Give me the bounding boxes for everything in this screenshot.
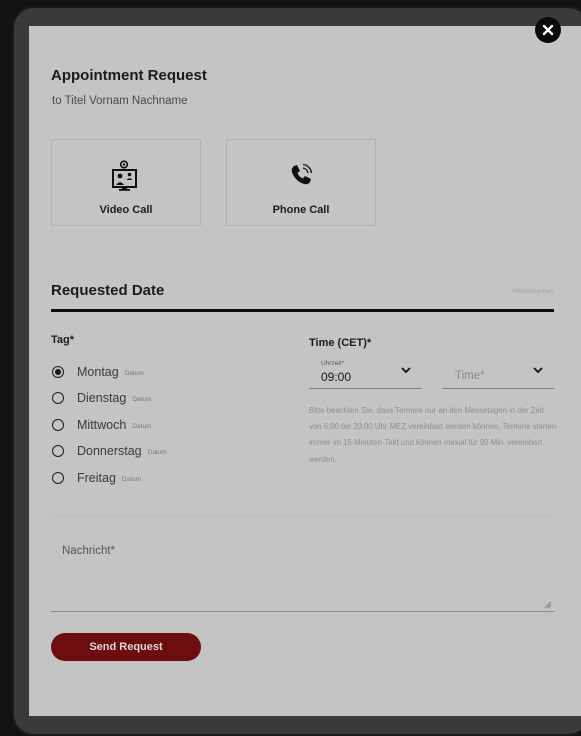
phone-call-label: Phone Call: [272, 204, 330, 216]
message-placeholder: Nachricht*: [62, 545, 116, 557]
close-button[interactable]: [535, 17, 561, 43]
radio-button[interactable]: [52, 472, 64, 484]
day-option-label: Mittwoch: [77, 418, 127, 432]
time-to-select[interactable]: Time*: [442, 359, 554, 389]
day-option-label: Dienstag: [77, 391, 127, 405]
day-option-label: Donnerstag: [77, 444, 142, 458]
phone-call-icon: [291, 163, 313, 185]
radio-button[interactable]: [52, 392, 64, 404]
phone-call-card[interactable]: Phone Call: [226, 139, 376, 226]
radio-button[interactable]: [52, 445, 64, 457]
day-option-date: Datum: [124, 369, 144, 377]
chevron-down-icon: [401, 367, 411, 374]
message-textarea[interactable]: Nachricht*: [51, 530, 554, 612]
resize-handle-icon[interactable]: [544, 601, 552, 609]
day-option-label: Freitag: [77, 471, 116, 485]
video-call-card[interactable]: Video Call: [51, 139, 201, 226]
section-divider: [51, 309, 554, 312]
day-option-label: Montag: [77, 365, 119, 379]
modal-title: Appointment Request: [51, 67, 207, 84]
time-info-text: Bitte beachten Sie, dass Termine nur an …: [309, 406, 557, 464]
time-to-placeholder: Time*: [455, 370, 485, 382]
close-icon: [542, 24, 554, 36]
radio-button[interactable]: [52, 419, 64, 431]
day-option-date: Datum: [132, 422, 152, 430]
day-label: Tag*: [51, 334, 75, 346]
time-from-select[interactable]: Uhrzeit* 09:00: [309, 359, 422, 389]
day-option-mittwoch[interactable]: Mittwoch Datum: [52, 417, 151, 433]
video-call-label: Video Call: [99, 204, 153, 216]
day-option-date: Datum: [121, 475, 142, 483]
time-label: Time (CET)*: [309, 337, 372, 349]
day-option-montag[interactable]: Montag Datum: [52, 364, 144, 380]
day-option-donnerstag[interactable]: Donnerstag Datum: [52, 443, 167, 459]
modal-subtitle: to Titel Vornam Nachname: [52, 95, 188, 107]
chevron-down-icon: [533, 367, 543, 374]
day-option-dienstag[interactable]: Dienstag Datum: [52, 390, 152, 406]
day-option-freitag[interactable]: Freitag Datum: [52, 470, 141, 486]
requested-date-heading: Requested Date: [51, 282, 165, 299]
day-option-date: Datum: [147, 448, 167, 456]
day-option-date: Datum: [132, 395, 152, 403]
time-from-label: Uhrzeit*: [321, 360, 345, 367]
form-divider: [51, 516, 554, 517]
time-from-value: 09:00: [321, 370, 352, 384]
required-fields-note: *Pflichtangaben: [510, 289, 553, 295]
video-call-icon: [112, 160, 137, 191]
radio-button[interactable]: [52, 366, 64, 378]
send-request-button[interactable]: Send Request: [51, 633, 201, 661]
